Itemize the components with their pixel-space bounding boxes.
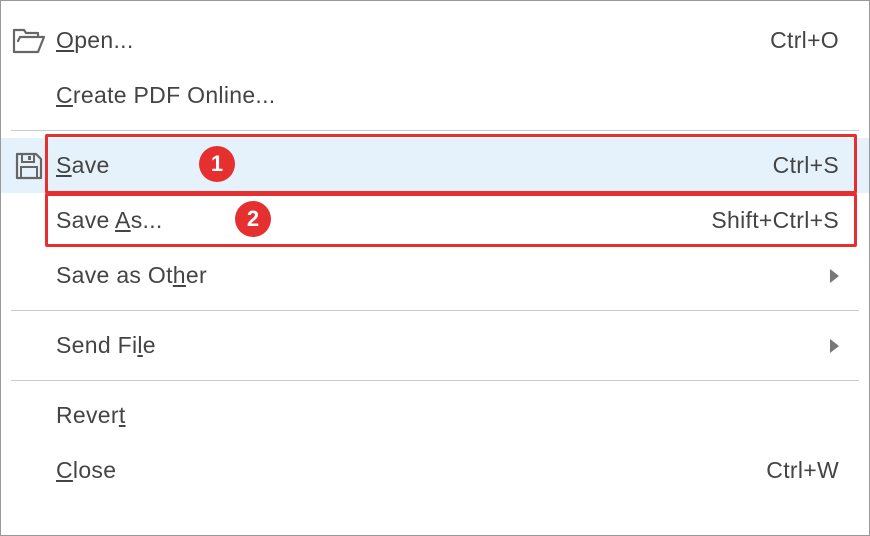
menu-label-open: Open... bbox=[56, 27, 770, 54]
shortcut-save: Ctrl+S bbox=[773, 152, 839, 179]
save-icon bbox=[1, 138, 56, 193]
chevron-right-icon bbox=[830, 339, 839, 353]
shortcut-open: Ctrl+O bbox=[770, 27, 839, 54]
menu-separator bbox=[11, 380, 859, 381]
menu-label-save: Save bbox=[56, 152, 773, 179]
menu-item-save-as[interactable]: Save As... Shift+Ctrl+S bbox=[1, 193, 869, 248]
menu-item-save[interactable]: Save Ctrl+S bbox=[1, 138, 869, 193]
menu-item-revert[interactable]: Revert bbox=[1, 388, 869, 443]
menu-label-send-file: Send File bbox=[56, 332, 820, 359]
menu-separator bbox=[11, 130, 859, 131]
menu-item-create-pdf-online[interactable]: Create PDF Online... bbox=[1, 68, 869, 123]
folder-open-icon bbox=[1, 13, 56, 68]
menu-separator bbox=[11, 310, 859, 311]
menu-item-open[interactable]: Open... Ctrl+O bbox=[1, 13, 869, 68]
chevron-right-icon bbox=[830, 269, 839, 283]
annotation-badge-2: 2 bbox=[235, 201, 271, 237]
menu-label-save-as-other: Save as Other bbox=[56, 262, 820, 289]
menu-label-save-as: Save As... bbox=[56, 207, 711, 234]
menu-item-close[interactable]: Close Ctrl+W bbox=[1, 443, 869, 498]
annotation-badge-1: 1 bbox=[199, 146, 235, 182]
menu-item-send-file[interactable]: Send File bbox=[1, 318, 869, 373]
shortcut-save-as: Shift+Ctrl+S bbox=[711, 207, 839, 234]
menu-label-revert: Revert bbox=[56, 402, 839, 429]
menu-label-close: Close bbox=[56, 457, 766, 484]
shortcut-close: Ctrl+W bbox=[766, 457, 839, 484]
menu-label-create-pdf: Create PDF Online... bbox=[56, 82, 839, 109]
file-menu: Open... Ctrl+O Create PDF Online... Save… bbox=[0, 0, 870, 536]
menu-item-save-as-other[interactable]: Save as Other bbox=[1, 248, 869, 303]
